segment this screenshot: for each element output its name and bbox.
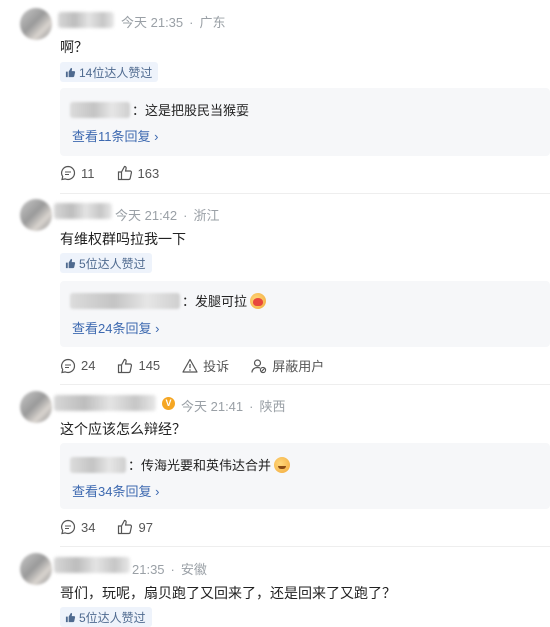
reply-colon: ： (132, 103, 146, 118)
username-blurred[interactable] (54, 395, 156, 411)
comment-actions: 34 97 (60, 519, 175, 535)
likes-badge-label: 5位达人赞过 (79, 610, 146, 625)
avatar[interactable] (20, 199, 52, 231)
thumb-up-icon (65, 612, 76, 622)
comment-time: 今天 21:35 (121, 15, 184, 30)
comment-text: 这个应该怎么辩经？ (60, 421, 186, 437)
comment-location: 陕西 (259, 399, 286, 414)
reply-line: ： 这是把股民当猴耍 (70, 100, 249, 119)
comment-text: 啊？ (60, 39, 88, 55)
thumb-up-outline-icon (117, 165, 132, 181)
report-label: 投诉 (203, 359, 230, 374)
comment-actions: 11 163 (60, 165, 181, 181)
reply-text: 发腿可拉 (195, 294, 248, 309)
thumb-up-outline-icon (118, 358, 133, 373)
avatar[interactable] (20, 8, 52, 40)
like-button[interactable]: 145 (117, 358, 160, 374)
thumb-up-outline-icon (118, 519, 133, 535)
reply-colon: ： (182, 294, 196, 309)
report-button[interactable]: 投诉 (182, 356, 229, 375)
reply-preview[interactable]: ： 发腿可拉 查看24条回复 › (60, 281, 550, 347)
comment-meta: 21:35 · 安徽 (132, 562, 207, 577)
like-button[interactable]: 163 (117, 165, 160, 181)
comment-meta: 今天 21:35 · 广东 (121, 15, 226, 30)
reply-button[interactable]: 34 (60, 519, 95, 535)
comment-bubble-icon (61, 358, 76, 373)
like-count: 163 (137, 165, 160, 181)
likes-badge[interactable]: 5位达人赞过 (60, 607, 152, 627)
view-replies-label: 查看24条回复 (72, 321, 152, 336)
reply-line: ： 发腿可拉 (70, 291, 267, 310)
avatar[interactable] (20, 553, 52, 585)
username-blurred[interactable] (54, 557, 130, 573)
thumb-up-icon (65, 258, 76, 268)
reply-button[interactable]: 11 (60, 165, 95, 181)
comment-bubble-icon (61, 165, 76, 181)
likes-badge[interactable]: 5位达人赞过 (60, 253, 152, 273)
reply-username-blurred[interactable] (70, 456, 126, 473)
heart-hug-emoji-icon (250, 292, 267, 309)
like-count: 145 (138, 358, 161, 373)
comment-text: 有维权群吗拉我一下 (60, 231, 186, 247)
chevron-right-icon: › (155, 484, 160, 499)
chevron-right-icon: › (155, 321, 160, 336)
comment-time: 今天 21:41 (181, 399, 244, 414)
avatar[interactable] (20, 391, 52, 423)
reply-username-blurred[interactable] (70, 101, 130, 118)
comment-meta: 今天 21:41 · 陕西 (181, 399, 286, 414)
view-replies-label: 查看34条回复 (72, 484, 152, 499)
reply-line: ： 传海光要和英伟达合并 (70, 455, 291, 474)
reply-text: 传海光要和英伟达合并 (141, 458, 272, 473)
likes-badge-label: 5位达人赞过 (79, 256, 146, 271)
comment-count: 34 (81, 519, 96, 535)
verified-v-icon: V (162, 397, 175, 410)
comment-time: 21:35 (132, 562, 165, 577)
divider (60, 546, 550, 547)
block-user-icon (251, 358, 267, 373)
comment-count: 11 (81, 165, 95, 181)
block-user-button[interactable]: 屏蔽用户 (251, 356, 324, 375)
likes-badge-label: 14位达人赞过 (79, 65, 153, 80)
comment-time: 今天 21:42 (115, 208, 178, 223)
reply-username-blurred[interactable] (70, 292, 180, 309)
view-replies-link[interactable]: 查看24条回复 › (72, 318, 159, 337)
chevron-right-icon: › (154, 129, 159, 144)
reply-button[interactable]: 24 (60, 358, 95, 374)
comment-location: 浙江 (193, 208, 220, 223)
comment-location: 安徽 (180, 562, 207, 577)
view-replies-link[interactable]: 查看11条回复 › (72, 126, 158, 145)
comment-location: 广东 (199, 15, 226, 30)
username-blurred[interactable] (54, 203, 112, 219)
grin-emoji-icon (274, 456, 291, 473)
comment-count: 24 (81, 358, 96, 373)
thumb-up-icon (65, 67, 76, 77)
comment-text: 哥们，玩呢，扇贝跑了又回来了，还是回来了又跑了？ (60, 585, 396, 601)
reply-colon: ： (128, 458, 142, 473)
divider (60, 384, 550, 385)
view-replies-label: 查看11条回复 (72, 129, 151, 144)
divider (60, 193, 550, 194)
reply-preview[interactable]: ： 传海光要和英伟达合并 查看34条回复 › (60, 443, 550, 509)
comment-bubble-icon (61, 519, 76, 535)
like-button[interactable]: 97 (117, 519, 153, 535)
block-user-label: 屏蔽用户 (272, 359, 325, 374)
username-blurred[interactable] (58, 12, 114, 28)
view-replies-link[interactable]: 查看34条回复 › (72, 481, 159, 500)
comment-meta: 今天 21:42 · 浙江 (115, 208, 220, 223)
reply-text: 这是把股民当猴耍 (145, 103, 250, 118)
like-count: 97 (138, 519, 153, 535)
warning-icon (182, 358, 198, 373)
likes-badge[interactable]: 14位达人赞过 (60, 62, 159, 82)
comment-actions: 24 145 投诉 屏蔽用户 (60, 356, 346, 375)
reply-preview[interactable]: ： 这是把股民当猴耍 查看11条回复 › (60, 88, 550, 156)
